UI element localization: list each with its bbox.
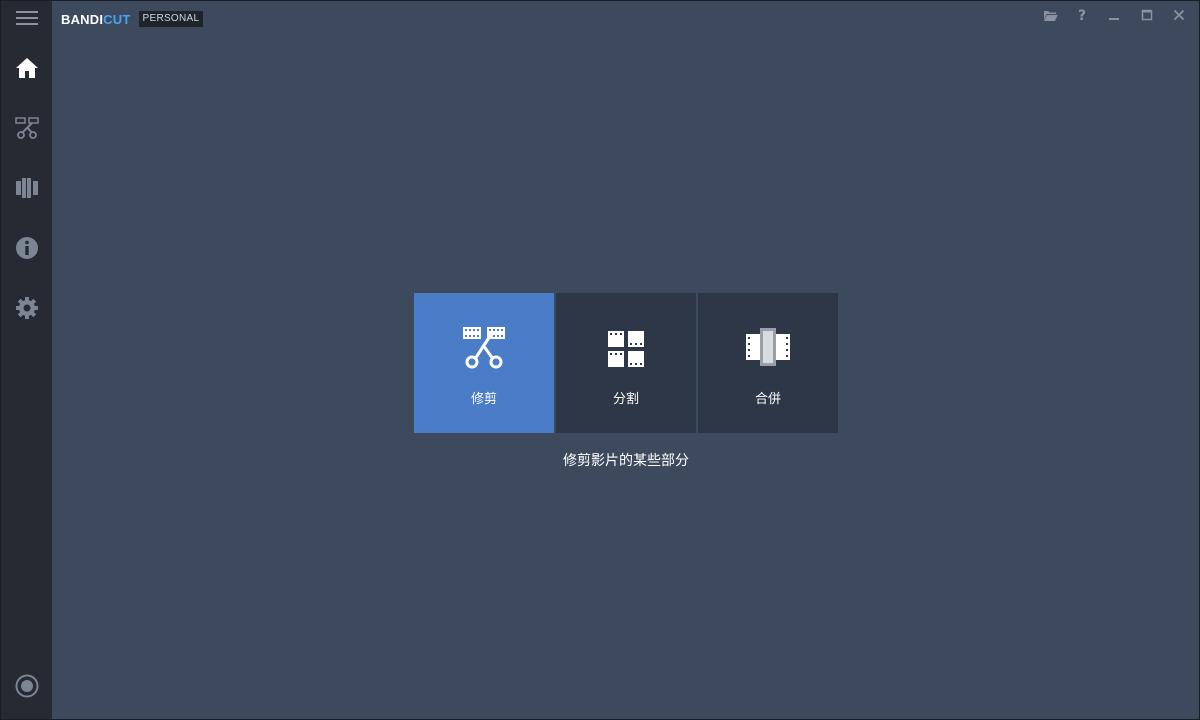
tile-merge-label: 合併	[754, 392, 781, 407]
app-window: BANDICUT PERSONAL ? 修剪 分割 合併 修剪影片的某些部分	[0, 0, 1200, 720]
tile-trim-label: 修剪	[470, 392, 497, 407]
svg-text:?: ?	[1078, 8, 1086, 22]
brand-name: BANDICUT	[61, 11, 131, 27]
minimize-button[interactable]	[1103, 5, 1125, 25]
join-icon	[15, 178, 38, 198]
edition-badge: PERSONAL	[138, 11, 204, 27]
minimize-icon	[1109, 18, 1119, 20]
record-icon	[15, 674, 38, 698]
open-folder-button[interactable]	[1039, 5, 1061, 25]
close-button[interactable]	[1168, 5, 1190, 25]
home-icon	[15, 58, 38, 78]
menu-button[interactable]	[1, 1, 52, 35]
merge-icon	[746, 328, 790, 366]
trim-icon	[14, 117, 39, 139]
close-icon	[1173, 9, 1185, 21]
maximize-icon	[1141, 9, 1153, 21]
help-icon: ?	[1078, 8, 1086, 22]
sidebar-item-join[interactable]	[1, 166, 52, 210]
maximize-button[interactable]	[1136, 5, 1158, 25]
sidebar-item-home[interactable]	[1, 46, 52, 90]
sidebar-item-trim[interactable]	[1, 106, 52, 150]
split-icon	[608, 331, 644, 367]
mode-tiles: 修剪 分割 合併	[414, 293, 838, 433]
info-icon	[15, 237, 38, 259]
trim-scissors-icon	[463, 327, 505, 369]
record-button[interactable]	[1, 664, 52, 708]
sidebar	[1, 1, 52, 719]
folder-icon	[1043, 10, 1057, 21]
tile-merge[interactable]: 合併	[698, 293, 838, 433]
tile-trim[interactable]: 修剪	[414, 293, 554, 433]
title-bar: BANDICUT PERSONAL ?	[52, 1, 1199, 37]
mode-description: 修剪影片的某些部分	[563, 453, 689, 469]
app-logo: BANDICUT PERSONAL	[61, 10, 204, 28]
menu-icon	[15, 11, 38, 25]
tile-split-label: 分割	[612, 392, 639, 407]
tile-split[interactable]: 分割	[556, 293, 696, 433]
settings-icon	[15, 297, 38, 319]
help-button[interactable]: ?	[1071, 5, 1093, 25]
sidebar-item-settings[interactable]	[1, 286, 52, 330]
sidebar-item-info[interactable]	[1, 226, 52, 270]
